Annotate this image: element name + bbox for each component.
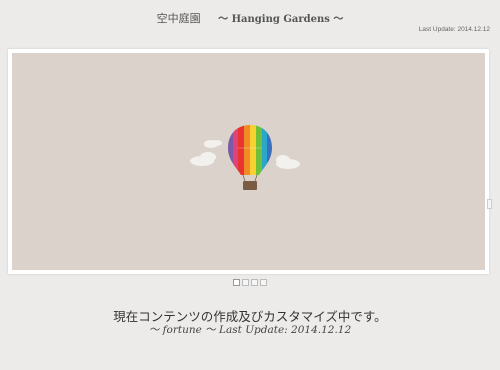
pager-dot-1[interactable]	[233, 279, 240, 286]
last-update-label: Last Update: 2014.12.12	[418, 26, 490, 33]
slider-pager	[0, 279, 500, 286]
pager-dot-4[interactable]	[260, 279, 267, 286]
site-title-english: 〜 Hanging Gardens 〜	[218, 14, 344, 25]
balloon-basket	[243, 181, 257, 190]
image-slider[interactable]	[8, 49, 492, 274]
pager-dot-3[interactable]	[251, 279, 258, 286]
hot-air-balloon-illustration	[190, 125, 300, 190]
site-title-japanese: 空中庭園	[156, 12, 201, 25]
slide-1	[12, 53, 485, 270]
cloud-right-icon	[276, 155, 300, 169]
pager-dot-2[interactable]	[242, 279, 249, 286]
cloud-left-icon	[190, 140, 222, 166]
site-title: 空中庭園 〜 Hanging Gardens 〜	[0, 10, 500, 26]
credit-line: 〜 fortune 〜 Last Update: 2014.12.12	[148, 324, 352, 336]
next-slide-arrow[interactable]	[487, 199, 492, 209]
